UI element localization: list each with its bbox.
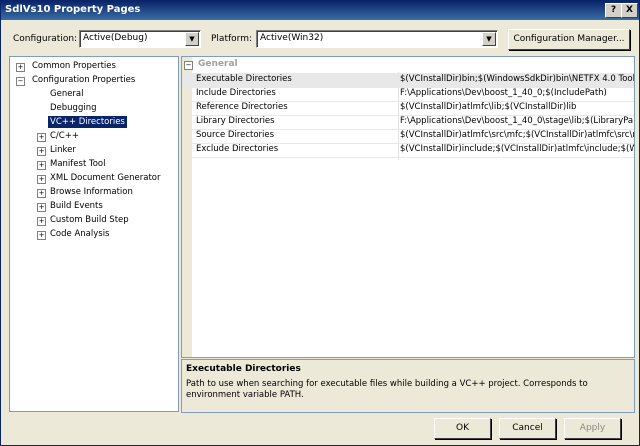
tree-item-code-analysis[interactable]: Code Analysis [50, 228, 109, 240]
property-pages-window: SdlVs10 Property Pages ? X Configuration… [0, 0, 640, 446]
tree-item-linker[interactable]: Linker [50, 144, 76, 156]
expand-icon[interactable]: + [37, 231, 46, 240]
tree-item-build-events[interactable]: Build Events [50, 200, 103, 212]
tree-item-configuration-properties[interactable]: Configuration Properties [32, 74, 135, 86]
expand-icon[interactable]: + [37, 203, 46, 212]
description-title: Executable Directories [186, 364, 301, 374]
property-row-include-directories[interactable]: Include Directories F:\Applications\Dev\… [182, 87, 634, 102]
ok-button[interactable]: OK [434, 418, 491, 439]
apply-button[interactable]: Apply [564, 418, 621, 439]
configuration-value: Active(Debug) [83, 33, 148, 43]
property-row-library-directories[interactable]: Library Directories F:\Applications\Dev\… [182, 115, 634, 130]
title-bar[interactable]: SdlVs10 Property Pages ? X [1, 1, 639, 20]
tree-item-custom-build-step[interactable]: Custom Build Step [50, 214, 129, 226]
platform-value: Active(Win32) [260, 33, 324, 43]
tree-item-manifest-tool[interactable]: Manifest Tool [50, 158, 106, 170]
configuration-bar: Configuration: Active(Debug) ▼ Platform:… [1, 21, 639, 55]
property-name: Source Directories [196, 130, 275, 140]
expand-icon[interactable]: + [16, 63, 25, 72]
property-value[interactable]: F:\Applications\Dev\boost_1_40_0\stage\l… [400, 116, 633, 126]
property-name: Include Directories [196, 88, 276, 98]
tree-item-common-properties[interactable]: Common Properties [32, 60, 116, 72]
chevron-down-icon[interactable]: ▼ [185, 32, 199, 46]
tree-item-browse-information[interactable]: Browse Information [50, 186, 133, 198]
cancel-button[interactable]: Cancel [499, 418, 556, 439]
property-row-exclude-directories[interactable]: Exclude Directories $(VCInstallDir)inclu… [182, 143, 634, 158]
tree-item-debugging[interactable]: Debugging [50, 102, 97, 114]
property-value[interactable]: $(VCInstallDir)atlmfc\lib;$(VCInstallDir… [400, 102, 576, 112]
help-button[interactable]: ? [605, 3, 622, 18]
property-row-source-directories[interactable]: Source Directories $(VCInstallDir)atlmfc… [182, 129, 634, 144]
expand-icon[interactable]: + [37, 189, 46, 198]
chevron-down-icon[interactable]: ▼ [482, 32, 496, 46]
category-label: General [198, 59, 238, 69]
category-general[interactable]: − General [182, 59, 634, 71]
dialog-buttons: OK Cancel Apply [1, 412, 639, 445]
expand-icon[interactable]: + [37, 217, 46, 226]
tree-item-c-cpp[interactable]: C/C++ [50, 130, 79, 142]
tree-item-vc-directories[interactable]: VC++ Directories [48, 116, 127, 128]
property-name: Executable Directories [196, 74, 292, 84]
tree-item-xml-document-generator[interactable]: XML Document Generator [50, 172, 161, 184]
platform-select[interactable]: Active(Win32) ▼ [256, 30, 498, 48]
property-row-reference-directories[interactable]: Reference Directories $(VCInstallDir)atl… [182, 101, 634, 116]
property-value[interactable]: F:\Applications\Dev\boost_1_40_0;$(Inclu… [400, 88, 607, 98]
property-name: Exclude Directories [196, 144, 279, 154]
collapse-icon[interactable]: − [16, 77, 25, 86]
property-name: Library Directories [196, 116, 275, 126]
expand-icon[interactable]: + [37, 147, 46, 156]
description-panel: Executable Directories Path to use when … [181, 359, 635, 413]
property-value[interactable]: $(VCInstallDir)atlmfc\src\mfc;$(VCInstal… [400, 130, 634, 140]
property-name: Reference Directories [196, 102, 288, 112]
expand-icon[interactable]: + [37, 175, 46, 184]
property-value[interactable]: $(VCInstallDir)bin;$(WindowsSdkDir)bin\N… [400, 74, 634, 84]
configuration-select[interactable]: Active(Debug) ▼ [79, 30, 201, 48]
property-grid[interactable]: − General Executable Directories $(VCIns… [181, 56, 635, 358]
property-tree[interactable]: + Common Properties − Configuration Prop… [9, 56, 179, 412]
close-button[interactable]: X [621, 3, 638, 18]
window-title: SdlVs10 Property Pages [5, 4, 141, 15]
configuration-manager-button[interactable]: Configuration Manager... [508, 29, 630, 50]
description-body: Path to use when searching for executabl… [186, 379, 588, 400]
expand-icon[interactable]: + [37, 161, 46, 170]
property-value[interactable]: $(VCInstallDir)include;$(VCInstallDir)at… [400, 144, 634, 154]
collapse-icon[interactable]: − [184, 61, 193, 70]
platform-label: Platform: [211, 34, 252, 44]
tree-item-general[interactable]: General [50, 88, 84, 100]
expand-icon[interactable]: + [37, 133, 46, 142]
property-row-executable-directories[interactable]: Executable Directories $(VCInstallDir)bi… [182, 73, 634, 88]
configuration-label: Configuration: [13, 34, 78, 44]
